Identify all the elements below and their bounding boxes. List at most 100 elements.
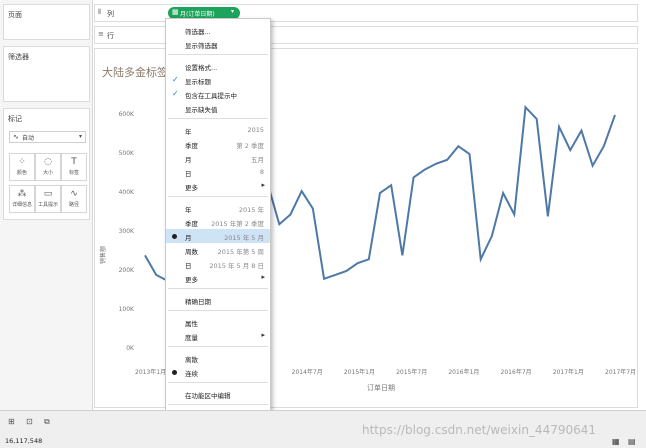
menu-item[interactable]: 设置格式...	[166, 59, 270, 73]
radio-dot-icon	[172, 370, 177, 375]
marks-button-3[interactable]: ⁂ 详细信息	[9, 185, 35, 213]
chevron-down-icon: ▾	[78, 133, 82, 140]
menu-item-label: 更多	[185, 276, 198, 284]
marks-button-label: 工具提示	[37, 202, 58, 208]
marks-button-1[interactable]: ◌ 大小	[35, 153, 61, 181]
pill-context-menu: 筛选器... 显示筛选器 设置格式... ✓ 显示标题 ✓ 包含在工具提示中 显示缺失值年 20…	[165, 18, 271, 448]
menu-item-label: 显示筛选器	[185, 42, 218, 50]
submenu-arrow-icon: ▸	[261, 331, 265, 339]
new-dashboard-icon[interactable]: ⊡	[26, 417, 33, 426]
detail-icon: ⁂	[17, 189, 27, 199]
mark-type-label: 自动	[22, 135, 35, 142]
tooltip-icon: ▭	[43, 189, 53, 199]
menu-item[interactable]: 月 2015 年 5 月	[166, 229, 270, 243]
menu-item-label: 属性	[185, 320, 198, 328]
menu-separator	[168, 382, 268, 383]
menu-separator	[168, 404, 268, 405]
menu-item[interactable]: 在功能区中编辑	[166, 387, 270, 401]
marks-button-2[interactable]: T 标签	[61, 153, 87, 181]
menu-item[interactable]: 月 五月	[166, 151, 270, 165]
marks-card: 标记 ∿ 自动 ▾ ⁘ 颜色 ◌ 大小 T 标签 ⁂ 详细信息 ▭ 工具提示 ∿ 路径	[3, 108, 90, 220]
menu-item-label: 连续	[185, 370, 198, 378]
menu-item[interactable]: 筛选器...	[166, 23, 270, 37]
menu-item-label: 年	[185, 206, 192, 214]
menu-item[interactable]: 连续	[166, 365, 270, 379]
menu-item[interactable]: 度量 ▸	[166, 329, 270, 343]
new-story-icon[interactable]: ⧉	[44, 417, 50, 427]
menu-item[interactable]: 日 2015 年 5 月 8 日	[166, 257, 270, 271]
columns-icon: ⦀	[98, 8, 102, 16]
menu-item-value: 2015 年第 2 季度	[211, 220, 264, 228]
watermark: https://blog.csdn.net/weixin_44790641	[362, 423, 597, 437]
x-tick-label: 2014年7月	[291, 369, 323, 376]
menu-item-label: 精确日期	[185, 298, 211, 306]
menu-item-label: 设置格式...	[185, 64, 218, 72]
menu-item[interactable]: 显示筛选器	[166, 37, 270, 51]
x-tick-label: 2016年1月	[448, 369, 480, 376]
menu-item[interactable]: 更多 ▸	[166, 179, 270, 193]
calendar-icon: ▦	[172, 8, 179, 16]
menu-item-label: 月	[185, 234, 192, 242]
menu-separator	[168, 118, 268, 119]
menu-item[interactable]: 更多 ▸	[166, 271, 270, 285]
columns-label: 列	[107, 10, 114, 18]
grid-view-icon[interactable]: ▦	[612, 437, 620, 446]
marks-button-label: 颜色	[16, 170, 27, 176]
menu-item-value: 2015 年	[238, 206, 264, 214]
pages-shelf[interactable]: 页面	[3, 4, 90, 40]
size-icon: ◌	[44, 157, 52, 167]
filmstrip-icon[interactable]: ▤	[628, 437, 636, 446]
marks-button-5[interactable]: ∿ 路径	[61, 185, 87, 213]
menu-item-value: 2015 年 5 月	[224, 234, 264, 242]
menu-item-value: 2015	[247, 126, 264, 134]
filters-title: 筛选器	[8, 53, 29, 61]
menu-item-label: 在功能区中编辑	[185, 392, 231, 400]
marks-button-label: 详细信息	[11, 202, 32, 208]
rows-label: 行	[107, 32, 114, 40]
color-icon: ⁘	[18, 157, 26, 167]
menu-item[interactable]: 年 2015	[166, 123, 270, 137]
x-tick-label: 2016年7月	[500, 369, 532, 376]
marks-button-label: 标签	[68, 170, 79, 176]
filters-shelf[interactable]: 筛选器	[3, 46, 90, 102]
menu-separator	[168, 288, 268, 289]
marks-button-4[interactable]: ▭ 工具提示	[35, 185, 61, 213]
bottom-bar: ⊞ ⊡ ⧉ 16,117,548 https://blog.csdn.net/w…	[0, 410, 646, 448]
menu-item-value: 2015 年 5 月 8 日	[209, 262, 264, 270]
x-axis-label: 订单日期	[367, 384, 395, 392]
menu-item[interactable]: 属性	[166, 315, 270, 329]
pages-title: 页面	[8, 11, 22, 19]
new-sheet-icon[interactable]: ⊞	[8, 417, 15, 426]
x-tick-label: 2017年7月	[605, 369, 637, 376]
menu-item-value: 五月	[251, 156, 264, 164]
menu-separator	[168, 54, 268, 55]
menu-item-label: 年	[185, 128, 192, 136]
mark-type-dropdown[interactable]: ∿ 自动 ▾	[9, 131, 86, 143]
menu-item[interactable]: 季度 第 2 季度	[166, 137, 270, 151]
marks-title: 标记	[8, 115, 22, 123]
menu-item-label: 更多	[185, 184, 198, 192]
menu-item[interactable]: 周数 2015 年第 5 周	[166, 243, 270, 257]
rows-icon: ≡	[98, 30, 104, 38]
menu-separator	[168, 310, 268, 311]
marks-button-0[interactable]: ⁘ 颜色	[9, 153, 35, 181]
menu-separator	[168, 196, 268, 197]
menu-item[interactable]: ✓ 显示标题	[166, 73, 270, 87]
menu-item[interactable]: ✓ 包含在工具提示中	[166, 87, 270, 101]
marks-button-label: 路径	[68, 202, 79, 208]
x-tick-label: 2013年1月	[135, 369, 167, 376]
menu-item[interactable]: 季度 2015 年第 2 季度	[166, 215, 270, 229]
menu-item[interactable]: 日8	[166, 165, 270, 179]
menu-item-label: 显示标题	[185, 78, 211, 86]
menu-item-label: 包含在工具提示中	[185, 92, 237, 100]
menu-item-label: 日	[185, 170, 192, 178]
menu-separator	[168, 346, 268, 347]
menu-item[interactable]: 离散	[166, 351, 270, 365]
menu-item[interactable]: 显示缺失值	[166, 101, 270, 115]
x-tick-label: 2015年7月	[396, 369, 428, 376]
menu-item-label: 离散	[185, 356, 198, 364]
menu-item[interactable]: 精确日期	[166, 293, 270, 307]
checkmark-icon: ✓	[172, 89, 179, 98]
menu-item[interactable]: 年 2015 年	[166, 201, 270, 215]
menu-item-value: 第 2 季度	[236, 142, 264, 150]
